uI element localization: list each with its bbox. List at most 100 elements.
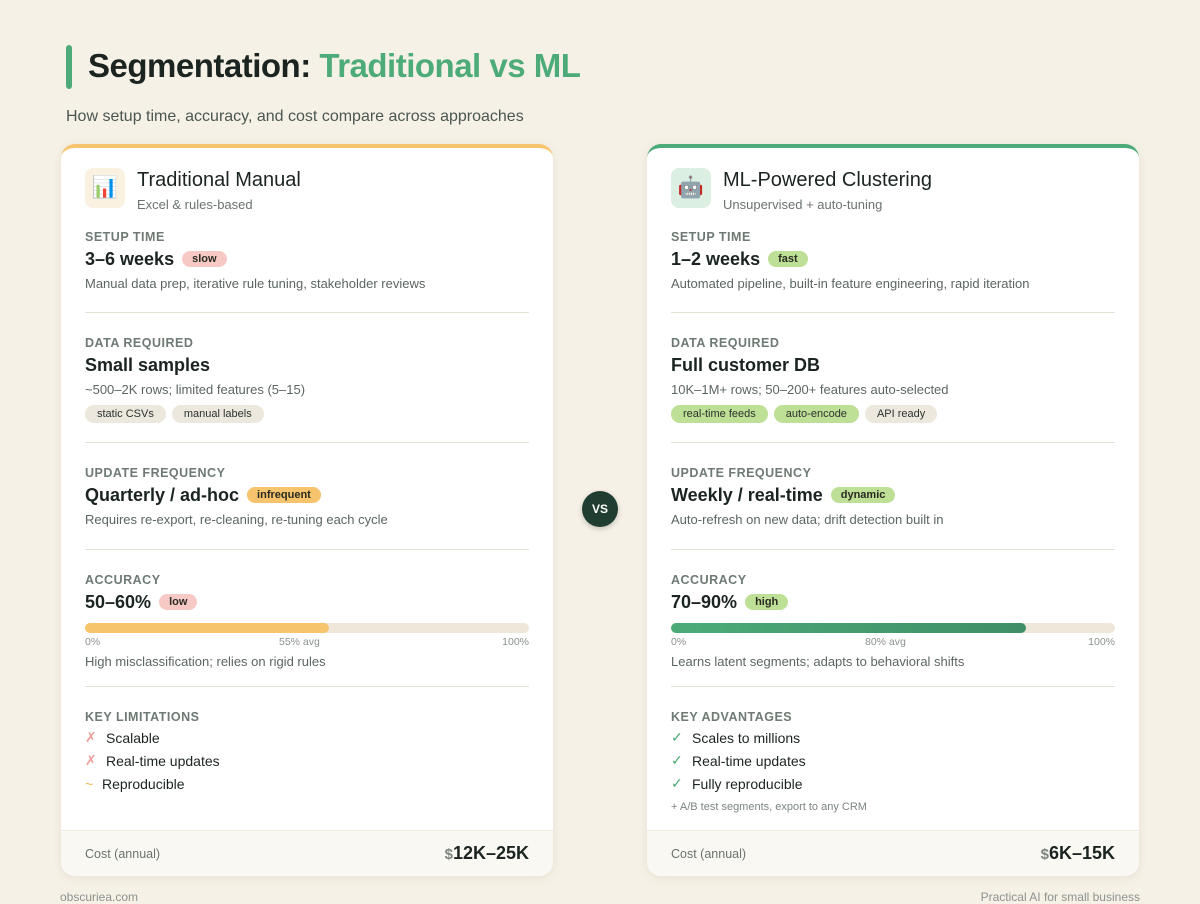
update-frequency-value: Weekly / real-time <box>671 484 823 505</box>
divider <box>85 686 529 687</box>
section-label: SETUP TIME <box>85 230 165 244</box>
vs-badge: VS <box>582 491 618 527</box>
accuracy-section: ACCURACY 70–90% high 0% 80% avg 100% Lea… <box>671 573 1115 669</box>
divider <box>85 549 529 550</box>
update-frequency-section: UPDATE FREQUENCY Weekly / real-time dyna… <box>671 466 1115 527</box>
section-label: SETUP TIME <box>671 230 751 244</box>
page-title-accent: Traditional vs ML <box>319 47 581 84</box>
scale-avg-label: 55% avg <box>279 636 320 648</box>
list-item-text: Fully reproducible <box>692 775 803 792</box>
section-label: UPDATE FREQUENCY <box>85 466 226 480</box>
accuracy-value: 50–60% <box>85 591 152 612</box>
list-item-text: Real-time updates <box>692 752 806 769</box>
status-badge: infrequent <box>247 487 321 503</box>
section-description: High misclassification; relies on rigid … <box>85 654 326 669</box>
update-frequency-section: UPDATE FREQUENCY Quarterly / ad-hoc infr… <box>85 466 529 527</box>
accuracy-value: 70–90% <box>671 591 738 612</box>
data-chip: manual labels <box>171 405 264 423</box>
divider <box>85 312 529 313</box>
list-item: ✓ Fully reproducible <box>671 772 1115 795</box>
ml-card: 🤖 ML-Powered Clustering Unsupervised + a… <box>647 144 1139 876</box>
footer-site: obscuriea.com <box>60 890 139 904</box>
list-item: ~ Reproducible <box>85 772 529 795</box>
cost-footer: Cost (annual) $12K–25K <box>61 830 553 876</box>
list-item: ✗ Scalable <box>85 726 529 749</box>
card-title: Traditional Manual <box>137 169 301 191</box>
cross-icon: ✗ <box>85 729 97 745</box>
section-label: ACCURACY <box>85 573 161 587</box>
accuracy-scale: 0% 55% avg 100% <box>85 636 529 650</box>
card-subtitle: Excel & rules-based <box>137 197 253 212</box>
setup-time-section: SETUP TIME 3–6 weeks slow Manual data pr… <box>85 230 529 291</box>
advantages-note: + A/B test segments, export to any CRM <box>671 801 867 813</box>
data-chip: real-time feeds <box>671 405 768 423</box>
divider <box>671 442 1115 443</box>
cost-value: $12K–25K <box>445 843 529 864</box>
tilde-icon: ~ <box>85 775 94 792</box>
accuracy-section: ACCURACY 50–60% low 0% 55% avg 100% High… <box>85 573 529 669</box>
page-title: Segmentation: Traditional vs ML <box>88 47 581 85</box>
section-description: Requires re-export, re-cleaning, re-tuni… <box>85 512 388 527</box>
scale-avg-label: 80% avg <box>865 636 906 648</box>
check-icon: ✓ <box>671 752 683 768</box>
section-label: DATA REQUIRED <box>85 336 194 350</box>
data-chip: static CSVs <box>85 405 166 423</box>
data-required-section: DATA REQUIRED Small samples ~500–2K rows… <box>85 336 529 423</box>
accuracy-bar <box>85 623 529 633</box>
bar-chart-icon: 📊 <box>85 168 125 208</box>
list-item-text: Reproducible <box>102 775 185 792</box>
check-icon: ✓ <box>671 775 683 791</box>
card-header: 🤖 ML-Powered Clustering Unsupervised + a… <box>671 168 1111 212</box>
scale-min-label: 0% <box>671 636 687 648</box>
scale-max-label: 100% <box>502 636 529 648</box>
section-label: UPDATE FREQUENCY <box>671 466 812 480</box>
accuracy-bar <box>671 623 1115 633</box>
section-description: Learns latent segments; adapts to behavi… <box>671 654 965 669</box>
card-subtitle: Unsupervised + auto-tuning <box>723 197 883 212</box>
list-item-text: Scalable <box>106 729 160 746</box>
page-title-main: Segmentation: <box>88 47 320 84</box>
key-limitations-section: KEY LIMITATIONS ✗ Scalable ✗ Real-time upd… <box>85 710 529 795</box>
accuracy-scale: 0% 80% avg 100% <box>671 636 1115 650</box>
cost-label: Cost (annual) <box>85 847 161 861</box>
divider <box>671 312 1115 313</box>
status-badge: high <box>745 594 789 610</box>
cost-value: $6K–15K <box>1041 843 1115 864</box>
currency-symbol: $ <box>1040 846 1049 863</box>
scale-max-label: 100% <box>1088 636 1115 648</box>
data-required-value: Full customer DB <box>671 354 821 375</box>
cost-label: Cost (annual) <box>671 847 747 861</box>
footer-tagline: Practical AI for small business <box>980 890 1140 904</box>
list-item: ✓ Scales to millions <box>671 726 1115 749</box>
key-advantages-section: KEY ADVANTAGES ✓ Scales to millions ✓ Real… <box>671 710 1115 813</box>
update-frequency-value: Quarterly / ad-hoc <box>85 484 240 505</box>
list-item: ✓ Real-time updates <box>671 749 1115 772</box>
divider <box>671 686 1115 687</box>
section-description: Automated pipeline, built-in feature eng… <box>671 276 1030 291</box>
data-required-value: Small samples <box>85 354 211 375</box>
page-subtitle: How setup time, accuracy, and cost compa… <box>66 108 524 125</box>
divider <box>671 549 1115 550</box>
title-accent-bar <box>66 45 72 89</box>
setup-time-value: 3–6 weeks <box>85 248 175 269</box>
accuracy-bar-fill <box>671 623 1027 633</box>
section-description: Manual data prep, iterative rule tuning,… <box>85 276 426 291</box>
section-label: DATA REQUIRED <box>671 336 780 350</box>
section-description: ~500–2K rows; limited features (5–15) <box>85 382 306 397</box>
status-badge: fast <box>768 251 808 267</box>
setup-time-value: 1–2 weeks <box>671 248 761 269</box>
scale-min-label: 0% <box>85 636 101 648</box>
currency-symbol: $ <box>444 846 453 863</box>
cost-amount: 12K–25K <box>452 843 529 863</box>
section-description: Auto-refresh on new data; drift detectio… <box>671 512 944 527</box>
check-icon: ✓ <box>671 729 683 745</box>
status-badge: slow <box>182 251 227 267</box>
data-required-section: DATA REQUIRED Full customer DB 10K–1M+ r… <box>671 336 1115 423</box>
data-chip: API ready <box>864 405 938 423</box>
accuracy-bar-fill <box>85 623 330 633</box>
traditional-card: 📊 Traditional Manual Excel & rules-based… <box>61 144 553 876</box>
section-label: KEY LIMITATIONS <box>85 710 200 724</box>
section-label: ACCURACY <box>671 573 747 587</box>
list-item: ✗ Real-time updates <box>85 749 529 772</box>
section-description: 10K–1M+ rows; 50–200+ features auto-sele… <box>671 382 949 397</box>
